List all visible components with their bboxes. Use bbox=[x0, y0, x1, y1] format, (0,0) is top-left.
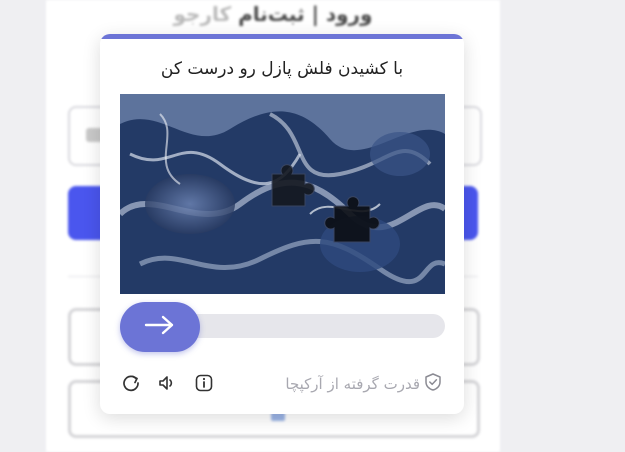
captcha-dialog: با کشیدن فلش پازل رو درست کن قدرت گرفته … bbox=[100, 34, 464, 414]
powered-by-label: قدرت گرفته از آرکپچا bbox=[285, 375, 420, 393]
login-title-main: ورود | ثبت‌نام bbox=[238, 2, 373, 26]
puzzle-image bbox=[120, 94, 445, 294]
info-icon[interactable] bbox=[193, 372, 215, 394]
shield-check-icon bbox=[424, 372, 442, 396]
captcha-footer: قدرت گرفته از آرکپچا bbox=[100, 368, 464, 398]
login-title: ورود | ثبت‌نام کارجو bbox=[46, 2, 500, 26]
captcha-title: با کشیدن فلش پازل رو درست کن bbox=[160, 59, 404, 79]
speaker-icon[interactable] bbox=[156, 372, 178, 394]
captcha-top-bar bbox=[100, 34, 464, 39]
login-title-brand: کارجو bbox=[173, 2, 232, 26]
slider-handle[interactable] bbox=[120, 302, 200, 352]
powered-by[interactable]: قدرت گرفته از آرکپچا bbox=[285, 372, 442, 396]
refresh-icon[interactable] bbox=[120, 372, 142, 394]
arrow-right-icon bbox=[143, 314, 177, 340]
